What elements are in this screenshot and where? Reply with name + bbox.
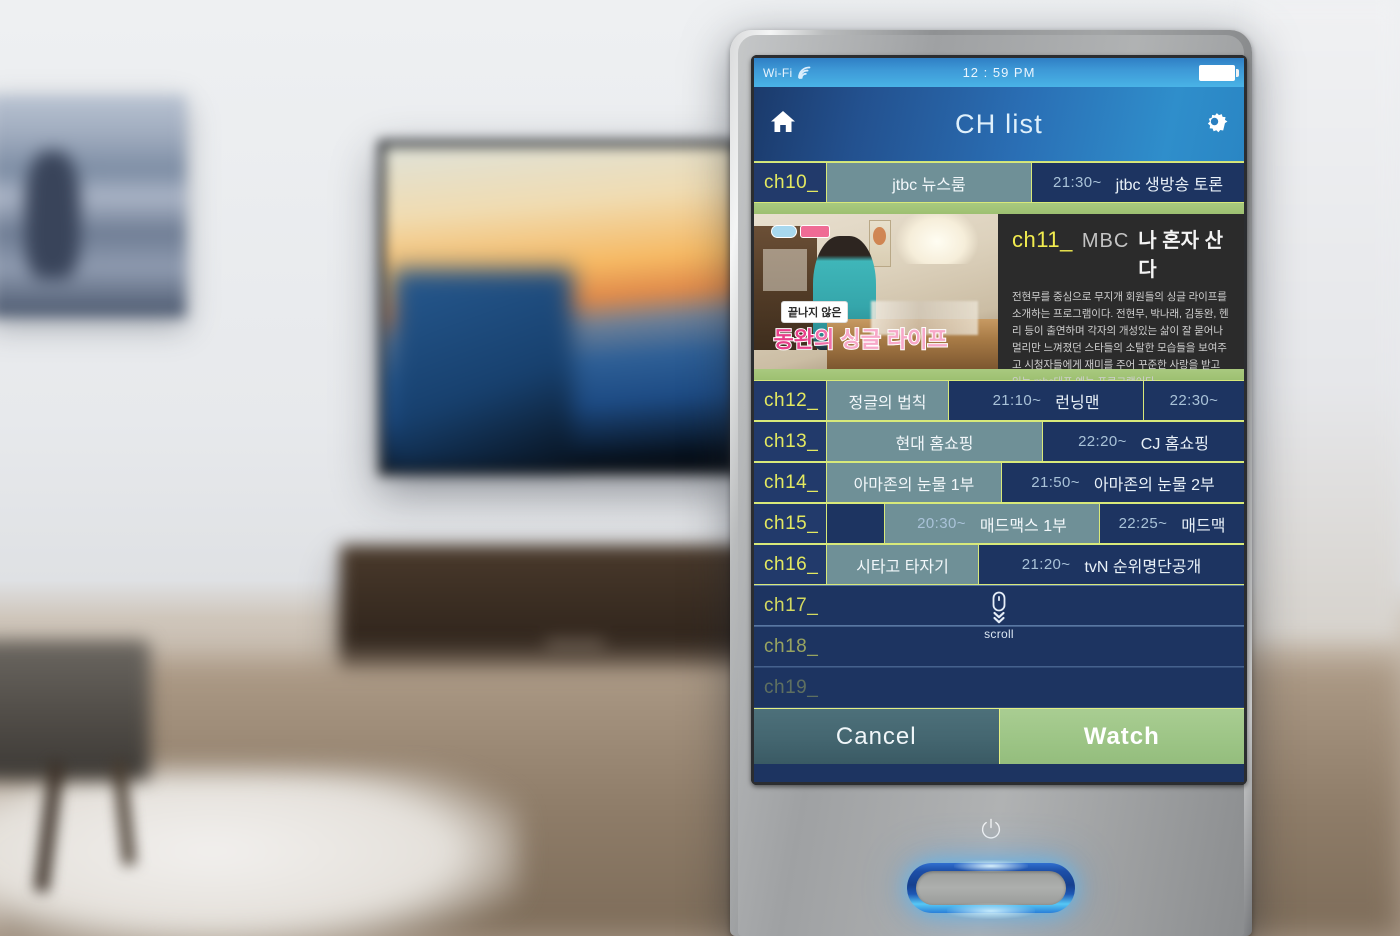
program-thumbnail: 끝나지 않은 동완의 싱글 라이프 — [754, 214, 998, 369]
gear-icon[interactable] — [1201, 108, 1228, 140]
subtitle-part-2: 의 — [813, 326, 841, 353]
program-time: 21:20~ — [1021, 556, 1071, 573]
program-title: 정글의 법칙 — [848, 394, 927, 412]
table-row[interactable]: ch19_ — [754, 667, 1244, 708]
channel-number: ch17_ — [754, 586, 826, 625]
thumbnail-subtitle-top: 끝나지 않은 — [780, 300, 849, 323]
program-next[interactable]: 21:10~ 런닝맨 — [948, 381, 1143, 420]
channel-number: ch12_ — [754, 381, 826, 420]
table-row[interactable]: ch18_ — [754, 626, 1244, 667]
channel-number: ch15_ — [754, 504, 826, 543]
empty-channel-rows: ch17_ ch18_ ch19_ — [754, 585, 1244, 708]
table-row[interactable]: ch15_ 20:30~ 매드맥스 1부 22:25~ 매드맥 — [754, 503, 1244, 544]
app-header: CH list — [754, 87, 1244, 162]
featured-channel-number: ch11_ — [1012, 227, 1073, 252]
program-title: 매드맥스 1부 — [979, 517, 1067, 535]
program-next[interactable]: 21:30~ jtbc 생방송 토론 — [1031, 163, 1244, 202]
action-bar: Cancel Watch — [754, 708, 1244, 764]
status-time: 12 : 59 PM — [962, 65, 1036, 80]
wifi-label: Wi-Fi — [763, 65, 793, 80]
featured-title-row: ch11_ MBC 나 혼자 산다 — [1012, 224, 1232, 282]
program-now[interactable]: 시타고 타자기 — [826, 545, 978, 584]
app-screen: Wi-Fi 12 : 59 PM CH list ch10_ jtbc 뉴스룸 … — [754, 58, 1244, 782]
table-row[interactable]: ch12_ 정글의 법칙 21:10~ 런닝맨 22:30~ — [754, 380, 1244, 421]
table-row[interactable]: ch16_ 시타고 타자기 21:20~ tvN 순위명단공개 — [754, 544, 1244, 585]
thumbnail-badges — [771, 224, 831, 238]
cancel-button[interactable]: Cancel — [754, 708, 1000, 764]
program-title: 아마존의 눈물 2부 — [1093, 476, 1215, 494]
subtitle-part-3: 싱글 라이프 — [839, 326, 948, 353]
thumbnail-subtitle-main: 동완의 싱글 라이프 — [773, 322, 949, 354]
subtitle-part-1: 동완 — [773, 326, 816, 353]
channel-number: ch16_ — [754, 545, 826, 584]
phone-device: Wi-Fi 12 : 59 PM CH list ch10_ jtbc 뉴스룸 … — [730, 30, 1252, 936]
table-row[interactable]: ch13_ 현대 홈쇼핑 22:20~ CJ 홈쇼핑 — [754, 421, 1244, 462]
table-row[interactable]: ch14_ 아마존의 눈물 1부 21:50~ 아마존의 눈물 2부 — [754, 462, 1244, 503]
right-wall — [1250, 0, 1400, 640]
program-now[interactable]: 20:30~ 매드맥스 1부 — [884, 504, 1099, 543]
featured-network: MBC — [1081, 230, 1130, 252]
channel-number: ch13_ — [754, 422, 826, 461]
program-time: 21:30~ — [1052, 174, 1102, 191]
device-hardware — [738, 791, 1244, 936]
television — [378, 140, 740, 476]
program-time: 21:50~ — [1031, 474, 1080, 491]
screen-bezel: Wi-Fi 12 : 59 PM CH list ch10_ jtbc 뉴스룸 … — [751, 55, 1247, 785]
channel-number: ch10_ — [754, 163, 826, 202]
status-right — [1199, 64, 1239, 81]
home-button[interactable] — [907, 860, 1075, 919]
status-bar: Wi-Fi 12 : 59 PM — [754, 58, 1244, 87]
table-row[interactable]: ch10_ jtbc 뉴스룸 21:30~ jtbc 생방송 토론 — [754, 162, 1244, 203]
table-row[interactable]: ch17_ — [754, 585, 1244, 626]
program-next[interactable]: 22:30~ — [1143, 381, 1244, 420]
stool — [0, 640, 150, 780]
program-title: tvN 순위명단공개 — [1084, 558, 1202, 576]
channel-list: ch10_ jtbc 뉴스룸 21:30~ jtbc 생방송 토론 끝나지 않은… — [754, 162, 1244, 708]
battery-full-icon — [1199, 64, 1239, 81]
program-title: jtbc 생방송 토론 — [1115, 176, 1224, 194]
program-time: 22:30~ — [1169, 392, 1219, 409]
program-title: jtbc 뉴스룸 — [892, 176, 966, 194]
program-next[interactable]: 22:20~ CJ 홈쇼핑 — [1042, 422, 1244, 461]
program-title: 런닝맨 — [1055, 394, 1100, 412]
program-time: 20:30~ — [917, 515, 966, 532]
channel-number: ch19_ — [754, 668, 826, 707]
watch-button[interactable]: Watch — [999, 708, 1244, 764]
featured-program-name: 나 혼자 산다 — [1138, 230, 1223, 281]
program-now[interactable]: 아마존의 눈물 1부 — [826, 463, 1001, 502]
channel-rows: ch12_ 정글의 법칙 21:10~ 런닝맨 22:30~ ch13_ 현대 홈쇼핑 22:… — [754, 380, 1244, 585]
page-title: CH list — [955, 108, 1043, 139]
program-title: 매드맥 — [1181, 517, 1226, 535]
screenshot-root: Wi-Fi 12 : 59 PM CH list ch10_ jtbc 뉴스룸 … — [0, 0, 1400, 936]
program-time: 22:20~ — [1078, 433, 1127, 450]
status-left: Wi-Fi — [763, 66, 812, 80]
program-time: 21:10~ — [992, 392, 1042, 409]
program-next[interactable]: 22:25~ 매드맥 — [1099, 504, 1244, 543]
program-next[interactable]: 21:50~ 아마존의 눈물 2부 — [1001, 463, 1244, 502]
featured-detail: ch11_ MBC 나 혼자 산다 전현무를 중심으로 무지개 회원들의 싱글 … — [998, 214, 1244, 413]
channel-number: ch18_ — [754, 627, 826, 666]
program-time: 22:25~ — [1118, 515, 1168, 532]
program-title: 현대 홈쇼핑 — [895, 435, 974, 453]
program-now[interactable]: 현대 홈쇼핑 — [826, 422, 1042, 461]
featured-description: 전현무를 중심으로 무지개 회원들의 싱글 라이프를 소개하는 프로그램이다. … — [1012, 291, 1229, 388]
wall-painting — [0, 95, 186, 317]
rug — [0, 770, 520, 936]
program-next[interactable] — [826, 504, 884, 543]
program-now[interactable]: 정글의 법칙 — [826, 381, 948, 420]
wifi-signal-icon — [798, 66, 811, 79]
program-next[interactable]: 21:20~ tvN 순위명단공개 — [978, 545, 1244, 584]
home-icon[interactable] — [770, 109, 796, 139]
divider-band-top — [754, 203, 1244, 214]
scroll-region[interactable]: ch17_ ch18_ ch19_ scroll — [754, 585, 1244, 708]
program-title: CJ 홈쇼핑 — [1140, 435, 1209, 453]
program-title: 시타고 타자기 — [856, 558, 949, 576]
program-title: 아마존의 눈물 1부 — [853, 476, 975, 494]
program-now[interactable]: jtbc 뉴스룸 — [826, 163, 1031, 202]
power-icon[interactable] — [979, 817, 1003, 846]
device-body: Wi-Fi 12 : 59 PM CH list ch10_ jtbc 뉴스룸 … — [738, 35, 1247, 936]
channel-number: ch14_ — [754, 463, 826, 502]
featured-channel-panel[interactable]: 끝나지 않은 동완의 싱글 라이프 ch11_ MBC 나 혼자 산다 전현무를… — [754, 214, 1244, 413]
